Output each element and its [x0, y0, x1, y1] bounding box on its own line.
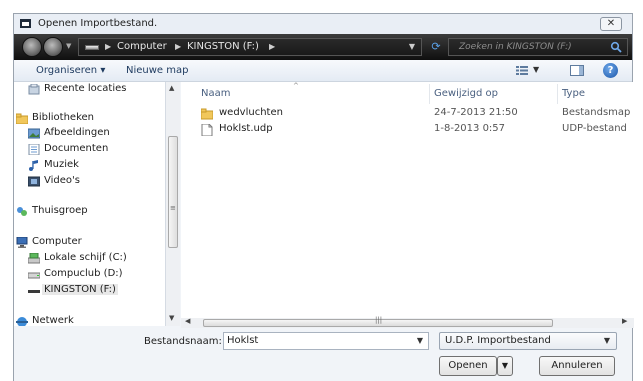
nav-item-label: Netwerk	[32, 315, 74, 326]
breadcrumb-separator-icon[interactable]: ▶	[269, 42, 275, 51]
forward-button[interactable]	[43, 37, 63, 57]
search-input[interactable]: Zoeken in KINGSTON (F:)	[448, 38, 628, 56]
file-modified: 1-8-2013 0:57	[434, 123, 506, 134]
recent-pages-dropdown-icon[interactable]: ▼	[66, 42, 71, 50]
usb-drive-icon	[28, 290, 40, 293]
filetype-dropdown-icon[interactable]: ▼	[604, 336, 610, 345]
column-divider[interactable]	[557, 84, 558, 104]
new-folder-button[interactable]: Nieuwe map	[126, 65, 188, 76]
column-header-modified[interactable]: Gewijzigd op	[434, 88, 498, 99]
file-name: wedvluchten	[219, 107, 283, 118]
nav-item-label: KINGSTON (F:)	[42, 284, 118, 295]
scroll-left-icon[interactable]: ◀	[185, 317, 190, 325]
nav-item-label: Video's	[44, 175, 80, 186]
filetype-select[interactable]: U.D.P. Importbestand ▼	[439, 332, 617, 350]
open-file-dialog: Openen Importbestand. ✕ ▼ ▶ Computer ▶ K…	[13, 13, 634, 381]
address-dropdown-icon[interactable]: ▼	[409, 42, 415, 51]
scrollbar-thumb[interactable]	[168, 136, 178, 248]
nav-item-label: Afbeeldingen	[44, 127, 110, 138]
drive-icon	[28, 272, 40, 279]
breadcrumb-separator-icon[interactable]: ▶	[175, 42, 181, 51]
nav-item-label: Computer	[32, 236, 82, 247]
table-row[interactable]: Hoklst.udp 1-8-2013 0:57 UDP-bestand	[181, 123, 634, 137]
address-bar: ▼ ▶ Computer ▶ KINGSTON (F:) ▶ ▼ ⟳ Zoeke…	[14, 34, 632, 60]
scroll-down-icon[interactable]: ▼	[169, 314, 174, 322]
nav-item-label: Lokale schijf (C:)	[44, 252, 127, 263]
breadcrumb-computer[interactable]: Computer	[117, 41, 167, 52]
search-placeholder: Zoeken in KINGSTON (F:)	[459, 42, 572, 52]
recent-places-icon	[28, 84, 40, 95]
file-list-scrollbar[interactable]: ◀ ||| ▶	[181, 316, 634, 328]
libraries-icon	[16, 113, 28, 124]
help-icon[interactable]: ?	[603, 63, 618, 78]
command-bar: Organiseren ▾ Nieuwe map ▼ ?	[14, 60, 632, 82]
folder-icon	[201, 108, 213, 120]
nav-item-label: Muziek	[44, 159, 79, 170]
search-icon[interactable]	[610, 41, 622, 53]
open-options-dropdown-icon[interactable]: ▼	[497, 356, 513, 376]
back-button[interactable]	[22, 37, 42, 57]
scrollbar-grip-icon: |||	[375, 316, 383, 324]
column-divider[interactable]	[429, 84, 430, 104]
documents-icon	[28, 144, 40, 155]
nav-item-label: Bibliotheken	[32, 112, 94, 123]
sort-indicator-icon: ^	[293, 82, 299, 90]
organize-button[interactable]: Organiseren ▾	[36, 65, 105, 76]
homegroup-icon	[17, 207, 27, 216]
scrollbar-grip-icon: ≡	[170, 204, 176, 212]
view-dropdown-icon[interactable]: ▼	[533, 65, 539, 74]
file-name: Hoklst.udp	[219, 123, 273, 134]
network-icon	[16, 317, 28, 326]
refresh-button[interactable]: ⟳	[426, 39, 446, 55]
table-row[interactable]: wedvluchten 24-7-2013 21:50 Bestandsmap	[181, 107, 634, 121]
pictures-icon	[28, 128, 40, 139]
file-type: UDP-bestand	[562, 123, 627, 134]
column-header-name[interactable]: Naam	[201, 88, 230, 99]
scroll-right-icon[interactable]: ▶	[622, 317, 627, 325]
filename-value[interactable]: Hoklst	[227, 335, 258, 346]
nav-item-label: Documenten	[44, 143, 109, 154]
breadcrumb-kingston[interactable]: KINGSTON (F:)	[187, 41, 259, 52]
cancel-button[interactable]: Annuleren	[539, 356, 615, 376]
nav-item-label: Recente locaties	[44, 83, 127, 94]
file-icon	[201, 124, 213, 136]
preview-pane-icon[interactable]	[570, 65, 584, 76]
view-options-icon[interactable]	[516, 66, 528, 75]
filetype-value: U.D.P. Importbestand	[445, 335, 551, 346]
computer-icon	[16, 237, 28, 248]
music-icon	[29, 160, 38, 171]
file-list: ^ Naam Gewijzigd op Type wedvluchten 24-…	[181, 82, 634, 318]
filename-label: Bestandsnaam:	[144, 336, 222, 347]
window-title: Openen Importbestand.	[38, 18, 158, 29]
breadcrumb[interactable]: ▶ Computer ▶ KINGSTON (F:) ▶ ▼	[78, 38, 422, 56]
breadcrumb-separator-icon[interactable]: ▶	[105, 42, 111, 51]
scroll-up-icon[interactable]: ▲	[169, 84, 174, 92]
drive-icon	[85, 45, 99, 50]
nav-item-label: Thuisgroep	[32, 205, 88, 216]
column-header-type[interactable]: Type	[562, 88, 585, 99]
navigation-pane: Recente locaties Bibliotheken Afbeelding…	[14, 82, 166, 326]
videos-icon	[28, 176, 40, 187]
file-modified: 24-7-2013 21:50	[434, 107, 518, 118]
close-button[interactable]: ✕	[600, 17, 622, 31]
open-button[interactable]: Openen	[439, 356, 497, 376]
filename-dropdown-icon[interactable]: ▼	[417, 336, 423, 345]
navigation-scrollbar[interactable]: ▲ ≡ ▼	[166, 82, 180, 326]
title-bar: Openen Importbestand. ✕	[14, 14, 632, 34]
nav-item-label: Compuclub (D:)	[44, 268, 123, 279]
local-disk-icon	[28, 253, 40, 264]
filename-field[interactable]: Hoklst ▼	[223, 332, 429, 350]
file-type: Bestandsmap	[562, 107, 631, 118]
window-icon	[20, 19, 31, 28]
